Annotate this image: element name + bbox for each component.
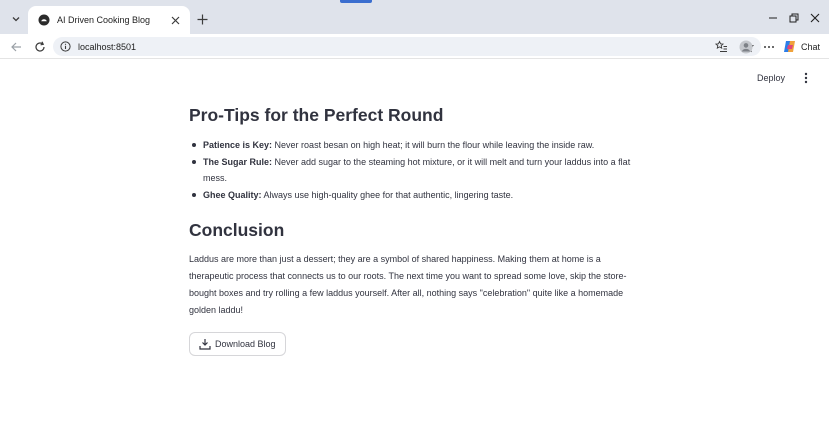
conclusion-heading: Conclusion (189, 220, 285, 240)
tip-label: Ghee Quality: (203, 190, 262, 200)
download-blog-button[interactable]: Download Blog (189, 332, 286, 356)
restore-button[interactable] (785, 9, 803, 27)
new-tab-button[interactable] (194, 11, 210, 27)
browser-tab[interactable]: AI Driven Cooking Blog (28, 6, 190, 34)
favorites-button[interactable] (713, 38, 730, 55)
plus-icon (197, 14, 207, 24)
chevron-down-icon (11, 9, 21, 28)
download-icon (199, 338, 211, 350)
list-item: The Sugar Rule: Never add sugar to the s… (189, 154, 649, 186)
browser-tab-strip: AI Driven Cooking Blog (0, 0, 829, 34)
close-icon (171, 16, 179, 24)
tip-text: Always use high-quality ghee for that au… (261, 190, 514, 200)
tip-label: The Sugar Rule: (203, 157, 273, 167)
reload-icon (34, 41, 45, 52)
tab-search-button[interactable] (7, 9, 25, 27)
streamlit-favicon-icon (37, 14, 50, 27)
restore-icon (789, 13, 799, 23)
list-item: Ghee Quality: Always use high-quality gh… (189, 187, 649, 203)
back-button[interactable] (7, 38, 24, 55)
profile-button[interactable] (737, 38, 754, 55)
browser-toolbar: localhost:8501 Chat (0, 34, 829, 59)
main-menu-button[interactable] (800, 70, 812, 86)
reload-button[interactable] (31, 38, 48, 55)
arrow-left-icon (10, 42, 21, 51)
kebab-menu-icon (804, 72, 808, 84)
blog-content: Pro-Tips for the Perfect Round Patience … (189, 104, 649, 356)
address-bar[interactable]: localhost:8501 (53, 37, 761, 56)
conclusion-paragraph: Laddus are more than just a dessert; the… (189, 254, 627, 315)
window-accent (340, 0, 372, 3)
app-page: Deploy Pro-Tips for the Perfect Round Pa… (0, 60, 829, 436)
copilot-chat-button[interactable]: Chat (782, 38, 820, 55)
tips-list: Patience is Key: Never roast besan on hi… (189, 137, 649, 203)
profile-icon (739, 40, 752, 53)
more-icon (763, 45, 774, 48)
more-button[interactable] (760, 38, 777, 55)
minimize-icon (769, 17, 777, 19)
chat-label: Chat (801, 41, 821, 52)
list-item: Patience is Key: Never roast besan on hi… (189, 137, 649, 153)
url-text: localhost:8501 (78, 41, 137, 52)
tip-text: Never roast besan on high heat; it will … (272, 140, 595, 150)
tip-label: Patience is Key: (203, 140, 273, 150)
deploy-button[interactable]: Deploy (757, 70, 785, 85)
close-icon (810, 13, 820, 23)
minimize-button[interactable] (764, 9, 782, 27)
download-label: Download Blog (215, 339, 276, 349)
info-icon[interactable] (59, 40, 72, 53)
close-window-button[interactable] (806, 9, 824, 27)
copilot-icon (784, 41, 795, 52)
favorites-icon (715, 40, 727, 52)
tab-title: AI Driven Cooking Blog (57, 15, 151, 25)
tips-heading: Pro-Tips for the Perfect Round (189, 105, 444, 125)
tab-close-button[interactable] (168, 13, 182, 27)
